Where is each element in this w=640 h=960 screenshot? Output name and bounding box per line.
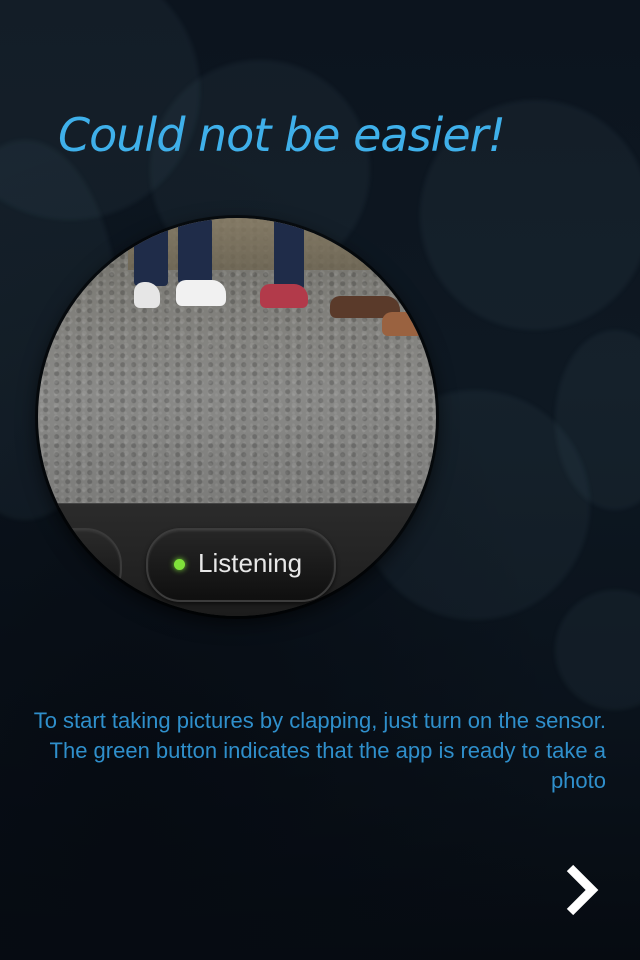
description-text: To start taking pictures by clapping, ju…: [33, 708, 606, 793]
chevron-right-icon: [566, 864, 599, 916]
sensor-status-label: Listening: [198, 548, 303, 578]
camera-controls-panel: ✚ Listening: [38, 503, 436, 616]
onboarding-screen: Could not be easier! ✚ Listening To star…: [0, 0, 640, 960]
next-button[interactable]: [556, 860, 606, 920]
bokeh-decoration: [555, 590, 640, 710]
page-title: Could not be easier!: [58, 108, 506, 162]
settings-button[interactable]: ✚: [38, 528, 122, 606]
wrench-icon: ✚: [52, 546, 74, 576]
status-indicator-dot: [174, 559, 185, 570]
preview-photo: [38, 218, 436, 508]
camera-preview-circle: ✚ Listening: [38, 218, 436, 616]
sensor-status-button[interactable]: Listening: [146, 528, 336, 602]
